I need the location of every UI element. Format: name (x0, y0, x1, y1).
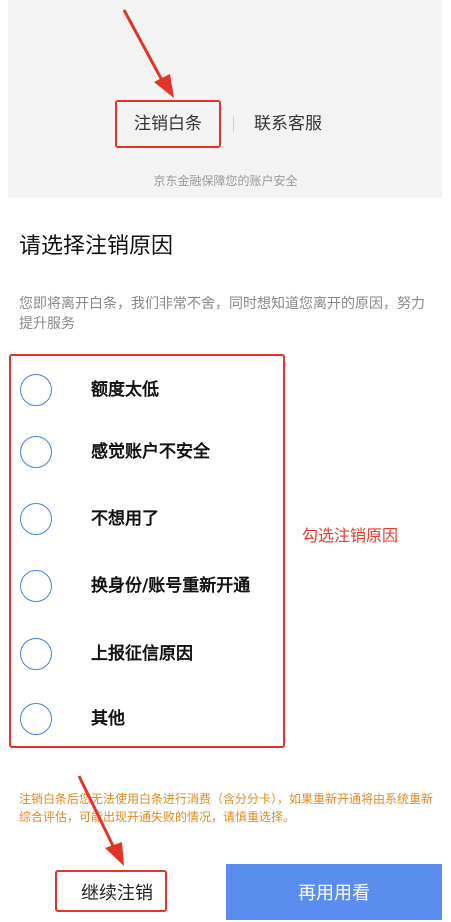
reason-label: 感觉账户不安全 (91, 442, 210, 462)
warning-text: 注销白条后您无法使用白条进行消费（含分分卡），如果重新开通将由系统重新综合评估，… (19, 792, 434, 824)
radio-button[interactable] (20, 570, 52, 602)
try-again-button[interactable]: 再用用看 (226, 864, 442, 920)
reason-label: 不想用了 (91, 509, 159, 529)
contact-service-link[interactable]: 联系客服 (254, 104, 334, 144)
reason-label: 上报征信原因 (91, 644, 193, 664)
radio-button[interactable] (20, 703, 52, 735)
reason-label: 其他 (91, 709, 125, 729)
reason-option[interactable]: 感觉账户不安全 (0, 422, 451, 482)
reason-option[interactable]: 上报征信原因 (0, 624, 451, 684)
continue-cancel-button[interactable]: 继续注销 (8, 864, 226, 920)
page-title: 请选择注销原因 (19, 234, 174, 259)
cancel-baitiao-link[interactable]: 注销白条 (116, 104, 220, 144)
annotation-label: 勾选注销原因 (302, 526, 399, 545)
top-link-row: 注销白条 联系客服 (0, 104, 451, 144)
reason-option[interactable]: 换身份/账号重新开通 (0, 556, 451, 616)
link-divider (233, 116, 234, 132)
intro-text: 您即将离开白条，我们非常不舍，同时想知道您离开的原因，努力提升服务 (19, 296, 425, 332)
reason-option[interactable]: 其他 (0, 689, 451, 749)
bottom-action-bar: 继续注销 再用用看 (0, 864, 451, 920)
radio-button[interactable] (20, 638, 52, 670)
top-section (8, 0, 442, 198)
radio-button[interactable] (20, 374, 52, 406)
radio-button[interactable] (20, 503, 52, 535)
reason-option[interactable]: 额度太低 (0, 360, 451, 420)
reason-label: 额度太低 (91, 380, 159, 400)
radio-button[interactable] (20, 436, 52, 468)
reason-label: 换身份/账号重新开通 (91, 576, 251, 596)
safety-note: 京东金融保障您的账户安全 (153, 174, 298, 188)
